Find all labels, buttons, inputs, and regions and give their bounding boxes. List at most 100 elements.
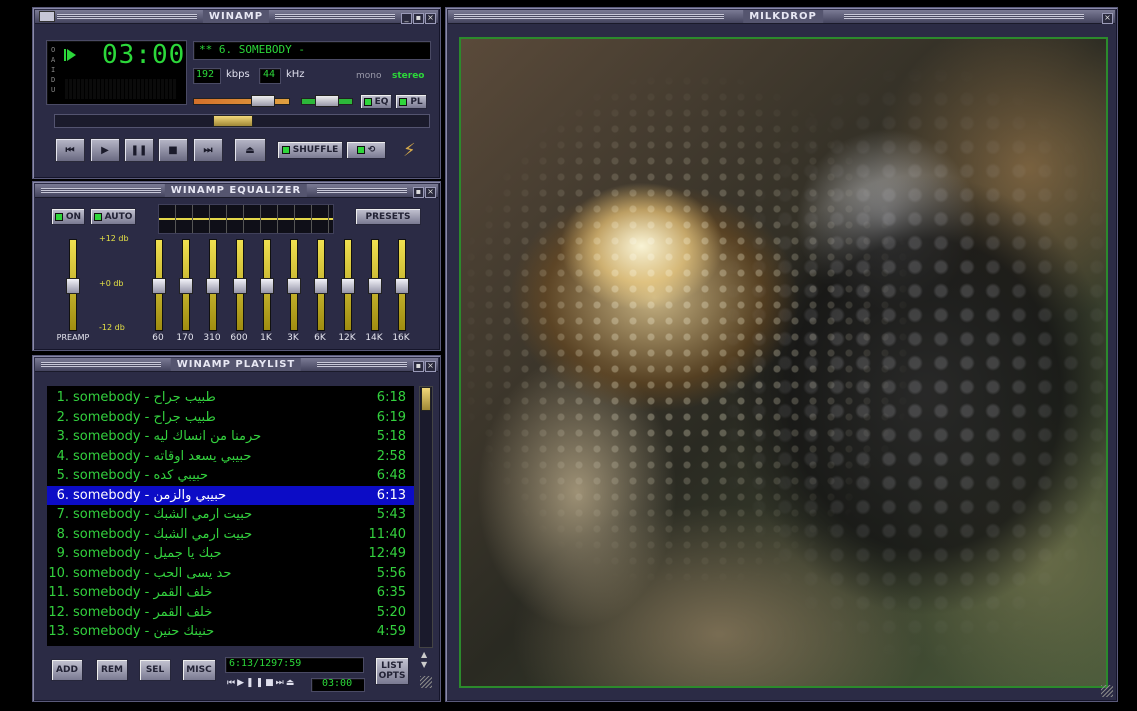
- playlist-item[interactable]: 7. somebody - حبيت ارمي الشبك 5:43: [47, 505, 414, 524]
- main-titlebar[interactable]: WINAMP _ ▪ ×: [35, 10, 438, 24]
- eq-band-slider-14k[interactable]: [368, 239, 382, 331]
- next-button[interactable]: ⏭: [193, 138, 223, 162]
- playlist-scrollbar[interactable]: [419, 386, 433, 648]
- eq-band-knob[interactable]: [287, 278, 301, 294]
- milkdrop-resize-grip-icon[interactable]: [1101, 685, 1113, 697]
- volume-knob[interactable]: [251, 95, 275, 107]
- eq-presets-button[interactable]: PRESETS: [355, 208, 421, 225]
- scrollbar-thumb[interactable]: [421, 387, 431, 411]
- playlist-item[interactable]: 9. somebody - حبك يا جميل 12:49: [47, 544, 414, 563]
- playlist-item-number: 1.: [56, 390, 69, 405]
- seek-bar[interactable]: [54, 114, 430, 128]
- play-button[interactable]: ▶: [90, 138, 120, 162]
- playlist-item[interactable]: 4. somebody - حبيبي يسعد اوقاته 2:58: [47, 447, 414, 466]
- milkdrop-visualization[interactable]: [459, 37, 1108, 688]
- eq-band-knob[interactable]: [395, 278, 409, 294]
- playlist-item[interactable]: 2. somebody - طبيب جراح 6:19: [47, 408, 414, 427]
- volume-slider[interactable]: [193, 95, 290, 107]
- stop-icon: ■: [168, 144, 178, 156]
- preamp-slider[interactable]: [66, 239, 80, 331]
- shuffle-button[interactable]: SHUFFLE: [277, 141, 343, 159]
- playlist-sel-button[interactable]: SEL: [139, 659, 171, 681]
- playlist-misc-button[interactable]: MISC: [182, 659, 216, 681]
- mini-next-icon[interactable]: ⏭: [276, 678, 286, 688]
- elapsed-time[interactable]: 03:00: [102, 40, 185, 70]
- close-button[interactable]: ×: [425, 13, 436, 24]
- milkdrop-titlebar[interactable]: MILKDROP ×: [448, 10, 1115, 24]
- playlist-item[interactable]: 13. somebody - حنينك حنين 4:59: [47, 622, 414, 641]
- mini-pause-icon[interactable]: ❚❚: [246, 678, 265, 688]
- winamp-logo-icon[interactable]: ⚡: [403, 142, 416, 160]
- playlist-scroll-down-icon[interactable]: ▼: [421, 660, 427, 669]
- eq-close-button[interactable]: ×: [425, 187, 436, 198]
- stop-button[interactable]: ■: [158, 138, 188, 162]
- pl-close-button[interactable]: ×: [425, 361, 436, 372]
- balance-slider[interactable]: [301, 95, 353, 107]
- mini-transport[interactable]: ⏮▶❚❚■⏭⏏: [227, 678, 296, 688]
- song-title-display[interactable]: ** 6. SOMEBODY -: [193, 41, 431, 60]
- play-indicator-icon: [67, 49, 76, 61]
- milkdrop-window: MILKDROP ×: [445, 7, 1118, 702]
- eq-band-knob[interactable]: [368, 278, 382, 294]
- playlist-item-number: 7.: [56, 507, 69, 522]
- milkdrop-close-button[interactable]: ×: [1102, 13, 1113, 24]
- eq-band-slider-170[interactable]: [179, 239, 193, 331]
- playlist-item[interactable]: 12. somebody - خلف القمر 5:20: [47, 603, 414, 622]
- eq-toggle-button[interactable]: EQ: [360, 94, 392, 109]
- eq-band-knob[interactable]: [314, 278, 328, 294]
- playlist-item[interactable]: 5. somebody - حبيبي كده 6:48: [47, 466, 414, 485]
- eq-band-slider-60[interactable]: [152, 239, 166, 331]
- eq-band-knob[interactable]: [152, 278, 166, 294]
- mini-prev-icon[interactable]: ⏮: [227, 678, 237, 688]
- playlist-list[interactable]: 1. somebody - طبيب جراح 6:18 2. somebody - ط…: [47, 386, 414, 646]
- playlist-item[interactable]: 3. somebody - حرمنا من انساك ليه 5:18: [47, 427, 414, 446]
- eq-band-slider-1k[interactable]: [260, 239, 274, 331]
- shade-button[interactable]: ▪: [413, 13, 424, 24]
- eq-band-knob[interactable]: [341, 278, 355, 294]
- eq-band-slider-16k[interactable]: [395, 239, 409, 331]
- eq-band-slider-12k[interactable]: [341, 239, 355, 331]
- playlist-item[interactable]: 11. somebody - خلف القمر 6:35: [47, 583, 414, 602]
- eq-auto-button[interactable]: AUTO: [90, 208, 136, 225]
- balance-knob[interactable]: [315, 95, 339, 107]
- minimize-button[interactable]: _: [401, 13, 412, 24]
- eq-band-knob[interactable]: [179, 278, 193, 294]
- eq-band-slider-600[interactable]: [233, 239, 247, 331]
- playlist-item-duration: 5:20: [376, 604, 406, 620]
- mini-eject-icon[interactable]: ⏏: [286, 678, 297, 688]
- winamp-menu-icon[interactable]: [39, 11, 55, 22]
- eq-titlebar[interactable]: WINAMP EQUALIZER ▪ ×: [35, 184, 438, 198]
- playlist-item-duration: 5:43: [376, 507, 406, 522]
- playlist-item[interactable]: 8. somebody - حبيت ارمي الشبك 11:40: [47, 525, 414, 544]
- repeat-button[interactable]: ⟲: [346, 141, 386, 159]
- mini-stop-icon[interactable]: ■: [265, 678, 276, 688]
- list-opts-button[interactable]: LIST OPTS: [375, 657, 409, 685]
- playlist-item-title: somebody - حنينك حنين: [73, 624, 215, 639]
- eq-band-slider-6k[interactable]: [314, 239, 328, 331]
- eq-band-slider-3k[interactable]: [287, 239, 301, 331]
- playlist-item[interactable]: 10. somebody - حد يسى الحب 5:56: [47, 564, 414, 583]
- seek-knob[interactable]: [213, 115, 253, 127]
- playlist-item[interactable]: 6. somebody - حبيبي والزمن 6:13: [47, 485, 414, 505]
- playlist-toggle-button[interactable]: PL: [395, 94, 427, 109]
- playlist-item[interactable]: 1. somebody - طبيب جراح 6:18: [47, 388, 414, 407]
- pause-button[interactable]: ❚❚: [124, 138, 154, 162]
- bitrate-display: 192: [193, 68, 221, 84]
- eq-on-button[interactable]: ON: [51, 208, 85, 225]
- eject-icon: ⏏: [245, 144, 255, 156]
- playlist-rem-button[interactable]: REM: [96, 659, 128, 681]
- eject-button[interactable]: ⏏: [234, 138, 266, 162]
- playlist-add-button[interactable]: ADD: [51, 659, 83, 681]
- pl-shade-button[interactable]: ▪: [413, 361, 424, 372]
- eq-band-knob[interactable]: [260, 278, 274, 294]
- eq-band-slider-310[interactable]: [206, 239, 220, 331]
- eq-shade-button[interactable]: ▪: [413, 187, 424, 198]
- eq-band-knob[interactable]: [206, 278, 220, 294]
- playlist-titlebar[interactable]: WINAMP PLAYLIST ▪ ×: [35, 358, 438, 372]
- previous-button[interactable]: ⏮: [55, 138, 85, 162]
- resize-grip-icon[interactable]: [420, 676, 432, 688]
- playlist-scroll-up-icon[interactable]: ▲: [421, 650, 427, 659]
- mini-play-icon[interactable]: ▶: [237, 678, 246, 688]
- playlist-item-title: somebody - حبيبي والزمن: [73, 487, 227, 503]
- eq-band-knob[interactable]: [233, 278, 247, 294]
